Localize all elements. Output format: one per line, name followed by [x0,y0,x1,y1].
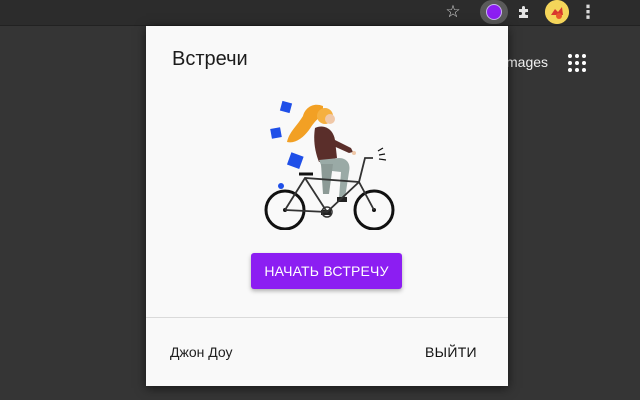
popup-title: Встречи [172,48,248,70]
extension-circle-icon [486,4,502,20]
extension-icon[interactable] [480,0,508,24]
meetings-popup: Встречи НАЧАТЬ ВСТРЕЧУ Джон Доу ВЫЙТИ [146,26,508,386]
user-name: Джон Доу [170,344,233,360]
start-meeting-button[interactable]: НАЧАТЬ ВСТРЕЧУ [251,253,402,289]
images-link[interactable]: mages [506,54,548,70]
logout-button[interactable]: ВЫЙТИ [425,344,477,360]
divider [146,317,508,318]
profile-avatar[interactable] [545,0,569,24]
apps-grid-icon[interactable] [568,54,586,72]
menu-icon[interactable]: ⋮ [578,1,598,23]
puzzle-icon[interactable] [512,1,536,23]
puzzle-glyph-icon [519,6,528,18]
avatar-image [545,0,569,24]
woman-on-bicycle-illustration [264,100,395,230]
browser-toolbar: ☆ ⋮ [0,0,640,26]
star-icon[interactable]: ☆ [441,1,465,23]
